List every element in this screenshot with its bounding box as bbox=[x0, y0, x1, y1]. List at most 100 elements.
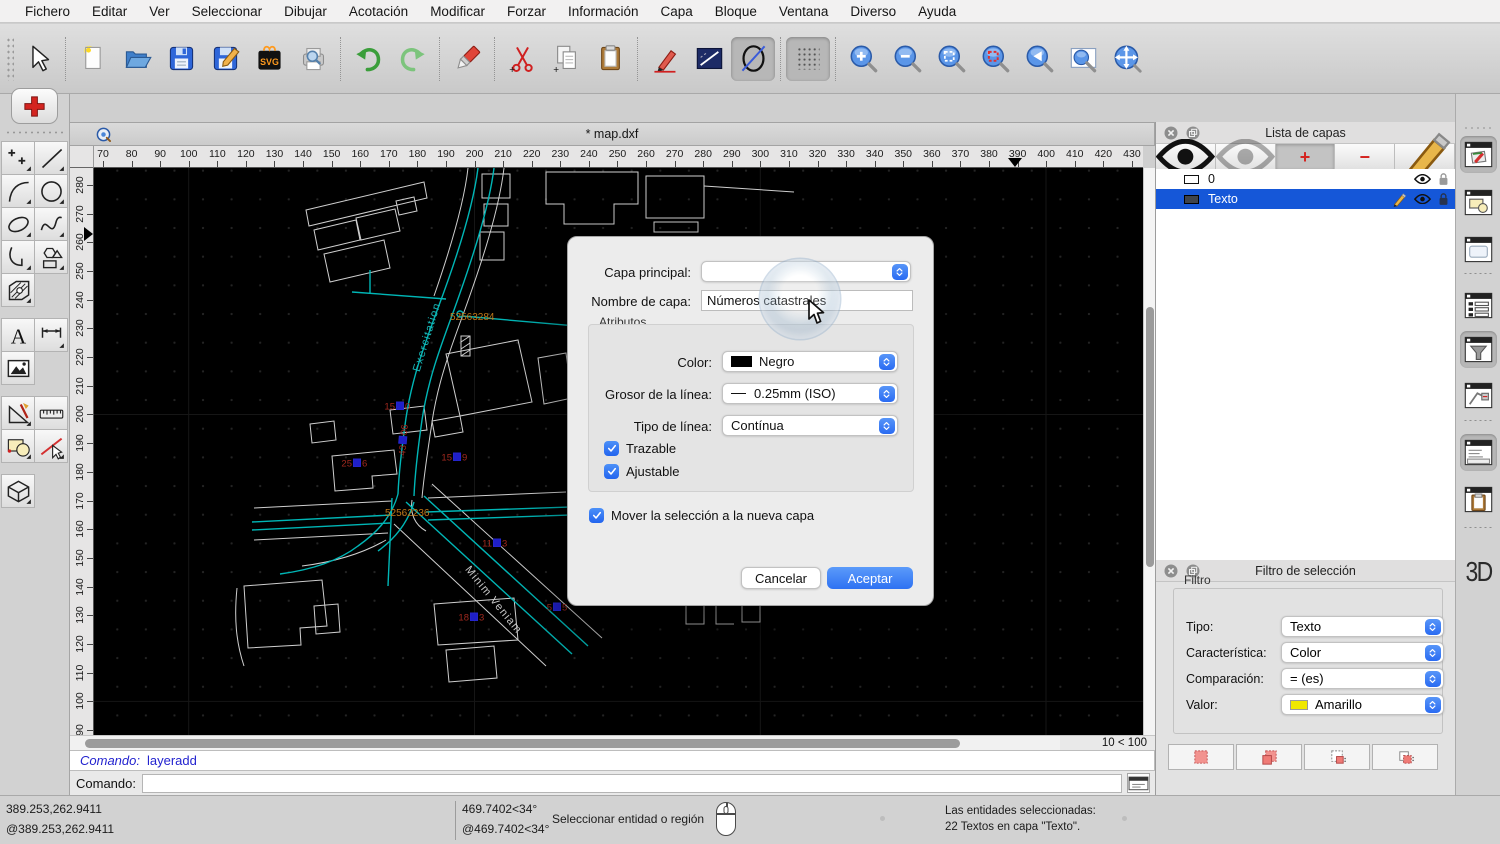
menu-diverso[interactable]: Diverso bbox=[839, 4, 907, 19]
show-all-layers-button[interactable] bbox=[1156, 144, 1216, 169]
redo-button[interactable] bbox=[390, 37, 434, 81]
document-titlebar[interactable]: * map.dxf bbox=[70, 122, 1155, 146]
tool-arc[interactable] bbox=[1, 174, 35, 208]
filter-valor--select[interactable]: Amarillo bbox=[1281, 694, 1444, 715]
zoom-out-button[interactable] bbox=[885, 37, 929, 81]
open-file-button[interactable] bbox=[115, 37, 159, 81]
svg-export-button[interactable]: SVG bbox=[247, 37, 291, 81]
save-as-button[interactable] bbox=[203, 37, 247, 81]
panel-library-button[interactable] bbox=[1460, 231, 1497, 268]
grid-toggle-button[interactable] bbox=[786, 37, 830, 81]
toolbar-drag-handle[interactable] bbox=[6, 37, 14, 81]
layer-name-input[interactable]: Números catastrales bbox=[701, 290, 913, 311]
filter-select-button[interactable] bbox=[1168, 744, 1234, 770]
tool-snap[interactable] bbox=[34, 429, 68, 463]
command-options-button[interactable] bbox=[1127, 773, 1150, 793]
panel-3d-button[interactable]: 3D bbox=[1460, 556, 1497, 588]
filter-caracteristica--select[interactable]: Color bbox=[1281, 642, 1444, 663]
remove-layer-button[interactable]: − bbox=[1335, 144, 1395, 169]
draw-pen-button[interactable] bbox=[643, 37, 687, 81]
panel-layers-button[interactable] bbox=[1460, 136, 1497, 173]
line-settings-button[interactable] bbox=[687, 37, 731, 81]
print-preview-button[interactable] bbox=[291, 37, 335, 81]
layer-row-0[interactable]: 0 bbox=[1156, 169, 1455, 189]
tool-text[interactable]: A bbox=[1, 318, 35, 352]
edit-layer-button[interactable] bbox=[1395, 144, 1455, 169]
pan-button[interactable] bbox=[1105, 37, 1149, 81]
copy-button[interactable]: + bbox=[544, 37, 588, 81]
menu-fichero[interactable]: Fichero bbox=[14, 4, 81, 19]
tool-info[interactable] bbox=[1, 429, 35, 463]
tool-image[interactable] bbox=[1, 351, 35, 385]
panel-blocks-button[interactable] bbox=[1460, 184, 1497, 221]
panel-properties-button[interactable] bbox=[1460, 287, 1497, 324]
filter-add-to-selection-button[interactable] bbox=[1236, 744, 1302, 770]
plottable-checkbox[interactable]: Trazable bbox=[604, 441, 676, 456]
tool-spline[interactable] bbox=[34, 207, 68, 241]
tool-hatch[interactable] bbox=[1, 273, 35, 307]
eraser-button[interactable] bbox=[445, 37, 489, 81]
vertical-scrollbar-thumb[interactable] bbox=[1146, 307, 1154, 567]
zoom-selection-button[interactable] bbox=[973, 37, 1017, 81]
zoom-previous-button[interactable] bbox=[1017, 37, 1061, 81]
strip-drag-handle[interactable] bbox=[1463, 126, 1494, 130]
filter-comparacion--select[interactable]: = (es) bbox=[1281, 668, 1444, 689]
parent-layer-select[interactable] bbox=[701, 261, 911, 282]
menu-modificar[interactable]: Modificar bbox=[419, 4, 496, 19]
menu-dibujar[interactable]: Dibujar bbox=[273, 4, 338, 19]
tool-polyline[interactable] bbox=[1, 240, 35, 274]
zoom-window-button[interactable] bbox=[1061, 37, 1105, 81]
filter-remove-from-selection-button[interactable] bbox=[1304, 744, 1370, 770]
menu-ventana[interactable]: Ventana bbox=[768, 4, 840, 19]
layer-lock-icon[interactable] bbox=[1438, 192, 1449, 206]
menu-ver[interactable]: Ver bbox=[138, 4, 180, 19]
layer-visibility-eye-icon[interactable] bbox=[1414, 174, 1431, 184]
cancel-button[interactable]: Cancelar bbox=[741, 567, 821, 589]
undo-button[interactable] bbox=[346, 37, 390, 81]
layer-lock-icon[interactable] bbox=[1438, 172, 1449, 186]
hide-all-layers-button[interactable] bbox=[1216, 144, 1276, 169]
horizontal-scrollbar-thumb[interactable] bbox=[85, 739, 960, 748]
palette-drag-handle[interactable] bbox=[5, 130, 65, 136]
zoom-in-button[interactable] bbox=[841, 37, 885, 81]
menu-acotacion[interactable]: Acotación bbox=[338, 4, 419, 19]
horizontal-scrollbar[interactable] bbox=[70, 735, 1060, 750]
tool-solid[interactable] bbox=[1, 474, 35, 508]
layer-visibility-eye-icon[interactable] bbox=[1414, 194, 1431, 204]
panel-command-button[interactable] bbox=[1460, 434, 1497, 471]
vertical-scrollbar[interactable] bbox=[1143, 168, 1155, 735]
layer-edit-pencil-icon[interactable] bbox=[1392, 192, 1407, 207]
menu-bloque[interactable]: Bloque bbox=[704, 4, 768, 19]
lineweight-select[interactable]: 0.25mm (ISO) bbox=[722, 383, 898, 404]
color-select[interactable]: Negro bbox=[722, 351, 898, 372]
tool-points[interactable] bbox=[1, 141, 35, 175]
panel-clipboard-button[interactable] bbox=[1460, 481, 1497, 518]
zoom-auto-button[interactable] bbox=[929, 37, 973, 81]
tool-cad-tools[interactable] bbox=[1, 396, 35, 430]
tool-dimension[interactable] bbox=[34, 318, 68, 352]
cut-button[interactable]: + bbox=[500, 37, 544, 81]
menu-ayuda[interactable]: Ayuda bbox=[907, 4, 967, 19]
ellipse-tool-button[interactable] bbox=[731, 37, 775, 81]
panel-leader-button[interactable] bbox=[1460, 377, 1497, 414]
add-layer-button[interactable]: + bbox=[1276, 144, 1336, 169]
menu-editar[interactable]: Editar bbox=[81, 4, 138, 19]
linetype-select[interactable]: Contínua bbox=[722, 415, 898, 436]
tool-circle[interactable] bbox=[34, 174, 68, 208]
cad-tools-button[interactable] bbox=[11, 88, 58, 124]
save-button[interactable] bbox=[159, 37, 203, 81]
paste-button[interactable] bbox=[588, 37, 632, 81]
menu-capa[interactable]: Capa bbox=[650, 4, 704, 19]
filter-intersect-selection-button[interactable] bbox=[1372, 744, 1438, 770]
accept-button[interactable]: Aceptar bbox=[827, 567, 913, 589]
tool-ellipse[interactable] bbox=[1, 207, 35, 241]
snappable-checkbox[interactable]: Ajustable bbox=[604, 464, 679, 479]
move-selection-checkbox[interactable]: Mover la selección a la nueva capa bbox=[589, 508, 814, 523]
filter-tipo--select[interactable]: Texto bbox=[1281, 616, 1444, 637]
layer-row-texto[interactable]: Texto bbox=[1156, 189, 1455, 209]
pointer-button[interactable] bbox=[16, 37, 60, 81]
menu-informacion[interactable]: Información bbox=[557, 4, 650, 19]
panel-filter-button[interactable] bbox=[1460, 331, 1497, 368]
tool-measure[interactable] bbox=[34, 396, 68, 430]
new-file-button[interactable] bbox=[71, 37, 115, 81]
